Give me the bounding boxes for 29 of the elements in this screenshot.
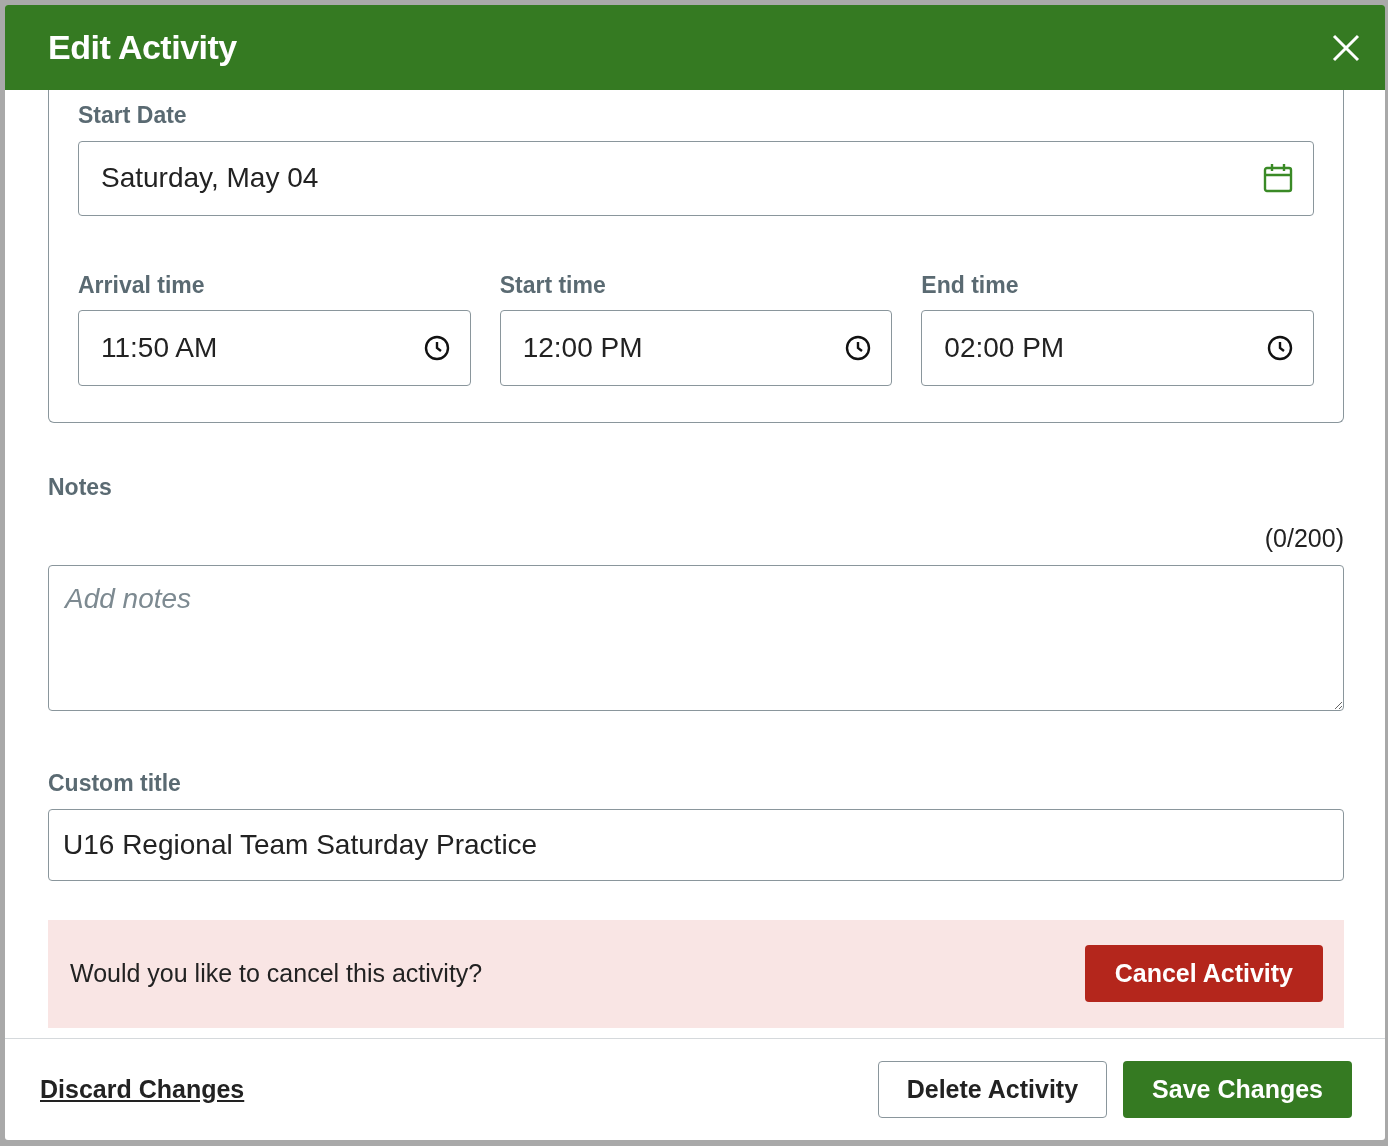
clock-icon — [1267, 335, 1293, 361]
field-label: Start time — [499, 270, 607, 300]
calendar-icon — [1263, 163, 1293, 193]
time-picker[interactable]: 02:00 PM — [921, 310, 1314, 386]
clock-icon — [845, 335, 872, 361]
field-label: Custom title — [48, 769, 182, 798]
close-button[interactable] — [1331, 32, 1361, 63]
field-label: Arrival time — [78, 270, 206, 300]
dialog-title: Edit Activity — [48, 27, 237, 68]
discard-link[interactable]: Discard Changes — [40, 1070, 245, 1109]
character-counter: (0/200) — [1264, 522, 1344, 554]
cancel-activity-button[interactable]: Cancel Activity — [1084, 945, 1323, 1002]
date-field[interactable]: Saturday, May 04 — [101, 157, 1263, 199]
field-label: Notes — [48, 473, 113, 502]
time-field[interactable]: 11:50 AM — [101, 327, 424, 369]
field-label: End time — [921, 270, 1020, 300]
time-picker[interactable]: 11:50 AM — [78, 310, 471, 386]
title-field[interactable]: U16 Regional Team Saturday Practice — [48, 808, 1344, 881]
delete-button[interactable]: Delete Activity — [877, 1061, 1108, 1118]
time-field[interactable]: 12:00 PM — [522, 327, 846, 369]
notes-field[interactable]: Add notes — [48, 565, 1344, 711]
date-picker[interactable]: Saturday, May 04 — [78, 140, 1314, 216]
time-field[interactable]: 02:00 PM — [944, 327, 1267, 369]
close-icon — [1331, 32, 1361, 63]
banner-text: Would you like to cancel this activity? — [70, 957, 483, 989]
clock-icon — [423, 335, 450, 361]
save-button[interactable]: Save Changes — [1123, 1061, 1352, 1118]
time-picker[interactable]: 12:00 PM — [499, 310, 893, 386]
field-label: Start Date — [78, 101, 188, 130]
